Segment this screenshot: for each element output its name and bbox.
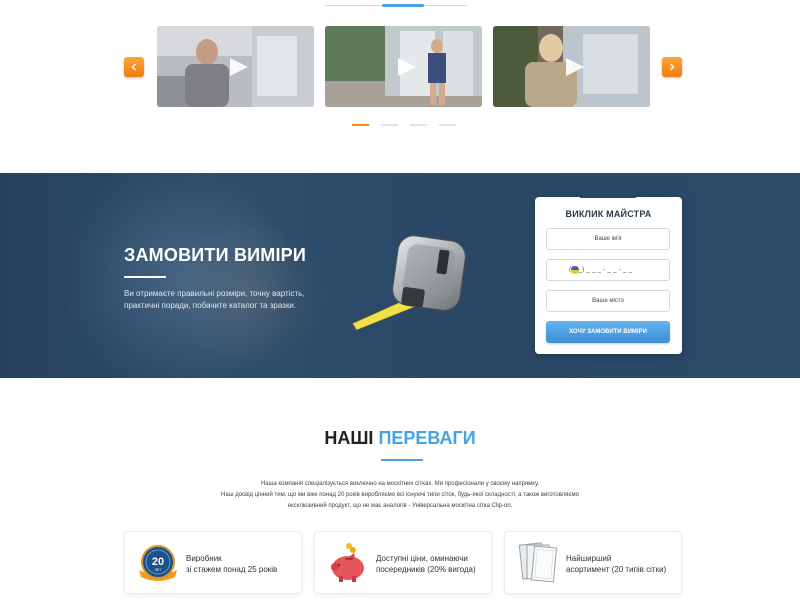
form-tab-accent (580, 195, 636, 198)
advantages-title-part2: ПЕРЕВАГИ (378, 428, 476, 448)
slider-dot[interactable] (439, 124, 456, 126)
tape-measure-image (351, 235, 467, 331)
submit-order-button[interactable]: ХОЧУ ЗАМОВИТИ ВИМІРИ (546, 321, 670, 343)
card-line: Доступні ціни, оминаючи (376, 554, 468, 563)
advantages-line: Наша компанія спеціалізується виключно н… (260, 481, 540, 487)
badge-number: 20 (152, 556, 164, 568)
advantages-divider (381, 459, 423, 461)
card-line: Найширший (566, 554, 612, 563)
advantages-title-part1: НАШІ (324, 428, 374, 448)
name-input[interactable]: Ваше ім'я (546, 228, 670, 250)
advantage-card-label: Доступні ціни, оминаючи посередників (20… (376, 553, 486, 575)
city-placeholder: Ваше місто (592, 298, 624, 304)
card-line: посередників (20% вигода) (376, 565, 476, 574)
play-icon (229, 57, 248, 76)
form-title: ВИКЛИК МАЙСТРА (565, 209, 652, 219)
play-icon (565, 57, 584, 76)
advantages-line: Наш досвід цінний тим, що ми вже понад 2… (221, 492, 579, 498)
advantages-title: НАШІ ПЕРЕВАГИ (0, 428, 800, 449)
advantages-line: ексклюзивний продукт, що не має аналогів… (287, 503, 513, 509)
slider-prev-button[interactable] (124, 57, 144, 77)
video-thumbnail-2[interactable] (325, 26, 482, 107)
advantage-card-prices: Доступні ціни, оминаючи посередників (20… (314, 531, 492, 594)
mosquito-nets-icon (518, 542, 557, 583)
medal-20-years-icon: 20 ЛЕТ (139, 545, 177, 581)
slider-next-button[interactable] (662, 57, 682, 77)
advantage-card-assortment: Найширший асортимент (20 типів сітки) (504, 531, 682, 594)
badge-word: ЛЕТ (155, 568, 163, 572)
advantage-card-label: Виробник зі стажем понад 25 років (186, 553, 296, 575)
slider-pagination (352, 124, 456, 126)
advantage-card-label: Найширший асортимент (20 типів сітки) (566, 553, 676, 575)
city-input[interactable]: Ваше місто (546, 290, 670, 312)
slider-dot[interactable] (410, 124, 427, 126)
advantage-card-experience: 20 ЛЕТ Виробник зі стажем понад 25 років (124, 531, 302, 594)
card-line: Виробник (186, 554, 222, 563)
card-line: зі стажем понад 25 років (186, 565, 278, 574)
banner-divider (124, 276, 166, 278)
piggy-bank-icon (331, 543, 364, 582)
slider-dot[interactable] (381, 124, 398, 126)
phone-input[interactable]: (0__) _ _ _ - _ _ - _ _ (546, 259, 670, 281)
video-thumbnail-3[interactable] (493, 26, 650, 107)
card-line: асортимент (20 типів сітки) (566, 565, 667, 574)
video-slider (0, 0, 800, 140)
banner-title: ЗАМОВИТИ ВИМІРИ (124, 245, 307, 265)
banner-description: Ви отримаєте правильні розміри, точну ва… (124, 289, 305, 310)
section-divider-accent (382, 4, 424, 7)
video-thumbnail-1[interactable] (157, 26, 314, 107)
ukraine-flag-icon[interactable] (571, 266, 579, 274)
name-placeholder: Ваше ім'я (594, 236, 622, 242)
advantages-description: Наша компанія спеціалізується виключно н… (200, 479, 600, 512)
play-icon (397, 57, 416, 76)
chevron-right-icon (670, 63, 675, 71)
chevron-left-icon (131, 63, 136, 71)
slider-dot[interactable] (352, 124, 369, 126)
